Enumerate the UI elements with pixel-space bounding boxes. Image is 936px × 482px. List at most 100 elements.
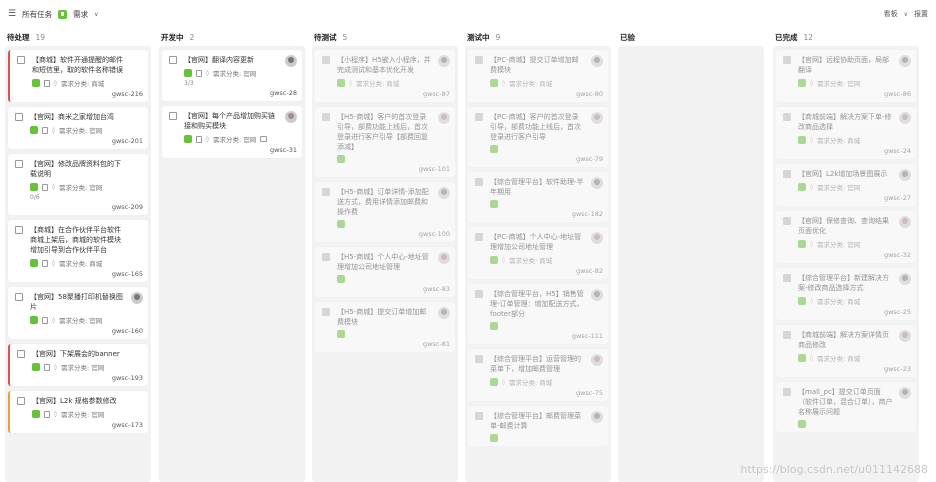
- task-checkbox[interactable]: [322, 308, 330, 316]
- task-checkbox[interactable]: [17, 397, 25, 405]
- task-id: gwsc-86: [883, 90, 911, 98]
- task-checkbox[interactable]: [15, 293, 23, 301]
- task-card[interactable]: 【官网】L2k 规格参数修改 ◊ 需求分类: 官网 gwsc-173: [8, 391, 148, 433]
- task-checkbox[interactable]: [475, 178, 483, 186]
- task-checkbox[interactable]: [783, 113, 791, 121]
- report-button[interactable]: 报置: [914, 9, 928, 19]
- task-card[interactable]: 【H5-商城】客户的首次登录引导，部费功能上线后，首次登录进行客户引导【部费回复…: [315, 107, 455, 177]
- assignee-avatar[interactable]: [591, 177, 603, 189]
- column-count: 2: [189, 32, 195, 42]
- task-card[interactable]: 【PC-商城】提交订单增加邮费模块 ◊ 需求分类: 商城 gwsc-80: [468, 50, 608, 102]
- assignee-avatar[interactable]: [591, 289, 603, 301]
- location-pin-icon: ◊: [810, 183, 813, 191]
- task-checkbox[interactable]: [17, 56, 25, 64]
- task-checkbox[interactable]: [322, 253, 330, 261]
- task-checkbox[interactable]: [783, 274, 791, 282]
- assignee-avatar[interactable]: [438, 252, 450, 264]
- assignee-avatar[interactable]: [285, 55, 297, 67]
- assignee-avatar[interactable]: [438, 187, 450, 199]
- assignee-avatar[interactable]: [131, 292, 143, 304]
- task-checkbox[interactable]: [17, 350, 25, 358]
- assignee-avatar[interactable]: [899, 387, 911, 399]
- task-card[interactable]: 【官网】翻译内容更新 ◊ 需求分类: 官网 3/3 gwsc-28: [162, 50, 302, 101]
- task-card[interactable]: 【综合管理平台】新建解决方案-修改商品选择方式 ◊ 需求分类: 商城 gwsc-25: [776, 268, 916, 320]
- task-checkbox[interactable]: [475, 233, 483, 241]
- task-card[interactable]: 【H5-商城】个人中心-地址管理增加公司地址管理 gwsc-83: [315, 247, 455, 297]
- task-checkbox[interactable]: [322, 56, 330, 64]
- column-4: 已验: [618, 28, 764, 482]
- task-card[interactable]: 【mall_pc】提交订单页面（软件订单，混合订单），商户名称展示问题: [776, 382, 916, 432]
- all-tasks-title[interactable]: 所有任务: [22, 9, 52, 20]
- task-checkbox[interactable]: [475, 290, 483, 298]
- task-card[interactable]: 【官网】58聚播打印机替换图片 ◊ 需求分类: 官网 gwsc-160: [8, 287, 148, 339]
- task-card[interactable]: 【商城前端】解决方案下单-修改商品选择 ◊ 需求分类: 商城 gwsc-24: [776, 107, 916, 159]
- task-meta: ◊ 需求分类: 官网: [798, 239, 911, 249]
- assignee-avatar[interactable]: [591, 354, 603, 366]
- assignee-avatar[interactable]: [899, 330, 911, 342]
- assignee-avatar[interactable]: [899, 216, 911, 228]
- task-checkbox[interactable]: [169, 112, 177, 120]
- task-checkbox[interactable]: [15, 160, 23, 168]
- view-board-button[interactable]: 看板: [884, 9, 898, 19]
- category-label: 需求分类: 官网: [58, 184, 103, 192]
- task-card[interactable]: 【小程序】H5嵌入小程序，并完成测试和基本优化开发 ◊ 需求分类: 商城 gwsc-8…: [315, 50, 455, 102]
- task-checkbox[interactable]: [783, 388, 791, 396]
- task-card[interactable]: 【官网】商米之家增加台湾 ◊ 需求分类: 官网 gwsc-201: [8, 107, 148, 149]
- assignee-avatar[interactable]: [591, 411, 603, 423]
- task-card[interactable]: 【综合管理平台】软件助理-半年期用 gwsc-182: [468, 172, 608, 222]
- task-checkbox[interactable]: [475, 355, 483, 363]
- assignee-avatar[interactable]: [591, 232, 603, 244]
- task-checkbox[interactable]: [783, 170, 791, 178]
- requirement-tag-icon: [490, 200, 498, 208]
- task-card[interactable]: 【商城】软件开通提醒的邮件和短信里，取的软件名称错误 ◊ 需求分类: 商城 gwsc-…: [8, 50, 148, 102]
- category-label: 需求分类: 商城: [816, 137, 861, 145]
- task-card[interactable]: 【官网】远程协助页面，局部翻译 ◊ 需求分类: 官网 gwsc-86: [776, 50, 916, 102]
- assignee-avatar[interactable]: [591, 112, 603, 124]
- task-id: gwsc-27: [883, 194, 911, 202]
- task-checkbox[interactable]: [783, 217, 791, 225]
- task-checkbox[interactable]: [169, 56, 177, 64]
- task-checkbox[interactable]: [475, 412, 483, 420]
- type-filter[interactable]: 需求: [73, 9, 88, 20]
- assignee-avatar[interactable]: [899, 273, 911, 285]
- task-checkbox[interactable]: [783, 56, 791, 64]
- task-card[interactable]: 【官网】保修查询、查询结果页面优化 ◊ 需求分类: 官网 gwsc-32: [776, 211, 916, 263]
- task-card[interactable]: 【综合管理平台，H5】销售管理-订单管理：增加配送方式，footer部分 gwsc…: [468, 284, 608, 344]
- task-checkbox[interactable]: [15, 226, 23, 234]
- assignee-avatar[interactable]: [899, 112, 911, 124]
- assignee-avatar[interactable]: [591, 55, 603, 67]
- task-card[interactable]: 【商城前端】解决方案详情页商品修改 ◊ 需求分类: 商城 gwsc-23: [776, 325, 916, 377]
- task-card[interactable]: 【官网】下架展会的banner ◊ 需求分类: 官网 gwsc-193: [8, 344, 148, 386]
- document-icon: [42, 316, 48, 324]
- assignee-avatar[interactable]: [285, 111, 297, 123]
- task-card[interactable]: 【综合管理平台】运营管理的菜单下，增加邮费管理 ◊ 需求分类: 商城 gwsc-75: [468, 349, 608, 401]
- task-card[interactable]: 【H5-商城】订单详情-添加配送方式，费用详情添加邮费和操作费 gwsc-100: [315, 182, 455, 242]
- task-card[interactable]: 【PC-商城】个人中心-地址管理增加公司地址管理 ◊ 需求分类: 商城 gwsc-82: [468, 227, 608, 279]
- column-title: 待处理: [7, 32, 30, 42]
- task-card[interactable]: 【官网】L2k增加场景图展示 ◊ 需求分类: 官网 gwsc-27: [776, 164, 916, 206]
- task-checkbox[interactable]: [322, 188, 330, 196]
- assignee-avatar[interactable]: [438, 55, 450, 67]
- task-card[interactable]: 【官网】修改品牌资料包的下载说明 ◊ 需求分类: 官网 0/6 gwsc-209: [8, 154, 148, 215]
- chevron-down-icon[interactable]: ∨: [94, 11, 98, 18]
- assignee-avatar[interactable]: [899, 55, 911, 67]
- task-checkbox[interactable]: [15, 113, 23, 121]
- task-card[interactable]: 【PC-商城】客户的首次登录引导，部费功能上线后，首次登录进行客户引导 gwsc-…: [468, 107, 608, 167]
- task-card[interactable]: 【H5-商城】提交订单增加邮费模块 gwsc-81: [315, 302, 455, 352]
- task-checkbox[interactable]: [783, 331, 791, 339]
- chevron-down-icon[interactable]: ∨: [904, 11, 908, 18]
- assignee-avatar[interactable]: [438, 307, 450, 319]
- menu-icon[interactable]: ☰: [8, 9, 16, 19]
- task-card[interactable]: 【商城】在合作伙伴平台软件商城上架后，商城的软件模块增加引导到合作伙伴平台 ◊ 需求…: [8, 220, 148, 282]
- task-checkbox[interactable]: [475, 56, 483, 64]
- assignee-avatar[interactable]: [899, 169, 911, 181]
- task-meta: [798, 420, 911, 428]
- requirement-tag-icon: [337, 155, 345, 163]
- task-card[interactable]: 【官网】每个产品增加购买链接和购买模块 ◊ 需求分类: 官网 gwsc-31: [162, 106, 302, 158]
- task-checkbox[interactable]: [475, 113, 483, 121]
- task-checkbox[interactable]: [322, 113, 330, 121]
- column-header: 已验: [618, 28, 764, 46]
- task-title: 【mall_pc】提交订单页面（软件订单，混合订单），商户名称展示问题: [798, 388, 893, 416]
- task-card[interactable]: 【综合管理平台】邮费管理菜单-邮费计算: [468, 406, 608, 446]
- assignee-avatar[interactable]: [438, 112, 450, 124]
